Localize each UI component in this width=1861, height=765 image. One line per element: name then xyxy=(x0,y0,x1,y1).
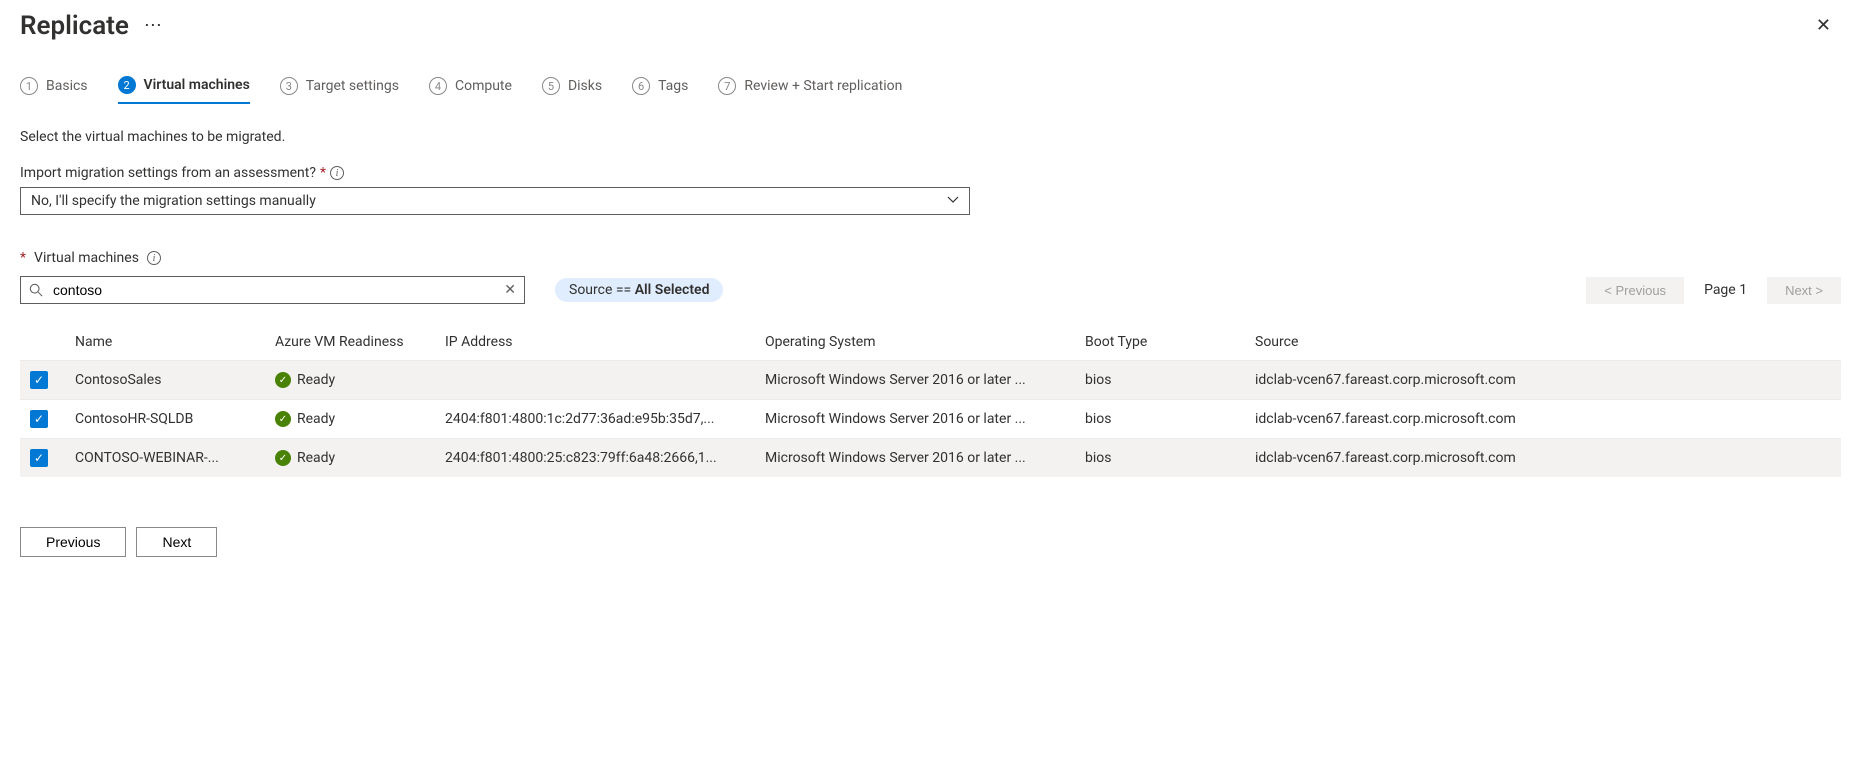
next-page-button[interactable]: Next > xyxy=(1767,277,1841,304)
col-name[interactable]: Name xyxy=(65,324,265,361)
header: Replicate ⋯ ✕ xyxy=(20,5,1841,46)
step-number-icon: 5 xyxy=(542,77,560,95)
cell-name: ContosoHR-SQLDB xyxy=(65,400,265,439)
step-label: Virtual machines xyxy=(144,77,250,93)
cell-name: CONTOSO-WEBINAR-... xyxy=(65,439,265,478)
footer-buttons: Previous Next xyxy=(20,527,1841,557)
import-label-text: Import migration settings from an assess… xyxy=(20,165,316,181)
table-header-row: Name Azure VM Readiness IP Address Opera… xyxy=(20,324,1841,361)
ready-check-icon: ✓ xyxy=(275,372,291,388)
page-indicator: Page 1 xyxy=(1704,282,1747,298)
source-filter-pill[interactable]: Source == All Selected xyxy=(555,278,723,302)
col-source[interactable]: Source xyxy=(1245,324,1841,361)
step-review[interactable]: 7 Review + Start replication xyxy=(718,76,902,104)
close-icon[interactable]: ✕ xyxy=(1806,5,1841,46)
chevron-down-icon xyxy=(947,194,959,209)
vm-section-label-row: * Virtual machines i xyxy=(20,250,1841,266)
table-row[interactable]: ✓ ContosoHR-SQLDB✓Ready2404:f801:4800:1c:… xyxy=(20,400,1841,439)
step-disks[interactable]: 5 Disks xyxy=(542,76,602,104)
step-number-icon: 6 xyxy=(632,77,650,95)
vm-table: Name Azure VM Readiness IP Address Opera… xyxy=(20,324,1841,477)
import-settings-dropdown[interactable]: No, I'll specify the migration settings … xyxy=(20,187,970,215)
step-virtual-machines[interactable]: 2 Virtual machines xyxy=(118,76,250,104)
cell-source: idclab-vcen67.fareast.corp.microsoft.com xyxy=(1245,400,1841,439)
cell-os: Microsoft Windows Server 2016 or later .… xyxy=(755,361,1075,400)
wizard-steps: 1 Basics 2 Virtual machines 3 Target set… xyxy=(20,76,1841,104)
step-tags[interactable]: 6 Tags xyxy=(632,76,688,104)
dropdown-selected-value: No, I'll specify the migration settings … xyxy=(31,193,316,209)
cell-os: Microsoft Windows Server 2016 or later .… xyxy=(755,439,1075,478)
row-checkbox[interactable]: ✓ xyxy=(30,410,48,428)
col-readiness[interactable]: Azure VM Readiness xyxy=(265,324,435,361)
clear-search-icon[interactable]: ✕ xyxy=(504,282,516,298)
cell-ip: 2404:f801:4800:1c:2d77:36ad:e95b:35d7,..… xyxy=(435,400,755,439)
step-label: Review + Start replication xyxy=(744,78,902,94)
step-compute[interactable]: 4 Compute xyxy=(429,76,512,104)
instruction-text: Select the virtual machines to be migrat… xyxy=(20,129,1841,145)
cell-os: Microsoft Windows Server 2016 or later .… xyxy=(755,400,1075,439)
table-row[interactable]: ✓ ContosoSales✓Ready Microsoft Windows Ser… xyxy=(20,361,1841,400)
required-indicator-icon: * xyxy=(20,250,26,266)
table-row[interactable]: ✓ CONTOSO-WEBINAR-...✓Ready2404:f801:4800… xyxy=(20,439,1841,478)
step-number-icon: 4 xyxy=(429,77,447,95)
step-number-icon: 3 xyxy=(280,77,298,95)
cell-boot: bios xyxy=(1075,439,1245,478)
step-label: Basics xyxy=(46,78,88,94)
step-label: Disks xyxy=(568,78,602,94)
step-number-icon: 1 xyxy=(20,77,38,95)
cell-readiness: ✓Ready xyxy=(265,361,435,400)
more-icon[interactable]: ⋯ xyxy=(144,15,163,36)
ready-check-icon: ✓ xyxy=(275,411,291,427)
page-title: Replicate xyxy=(20,11,129,41)
cell-boot: bios xyxy=(1075,361,1245,400)
required-indicator-icon: * xyxy=(320,165,326,181)
col-os[interactable]: Operating System xyxy=(755,324,1075,361)
row-checkbox[interactable]: ✓ xyxy=(30,371,48,389)
ready-check-icon: ✓ xyxy=(275,450,291,466)
cell-boot: bios xyxy=(1075,400,1245,439)
previous-button[interactable]: Previous xyxy=(20,527,126,557)
cell-source: idclab-vcen67.fareast.corp.microsoft.com xyxy=(1245,361,1841,400)
import-settings-label: Import migration settings from an assess… xyxy=(20,165,1841,181)
filter-prefix: Source == xyxy=(569,282,635,298)
cell-ip xyxy=(435,361,755,400)
previous-page-button[interactable]: < Previous xyxy=(1586,277,1684,304)
cell-readiness: ✓Ready xyxy=(265,400,435,439)
pagination: < Previous Page 1 Next > xyxy=(1586,277,1841,304)
cell-readiness: ✓Ready xyxy=(265,439,435,478)
cell-ip: 2404:f801:4800:25:c823:79ff:6a48:2666,1.… xyxy=(435,439,755,478)
col-ip[interactable]: IP Address xyxy=(435,324,755,361)
step-number-icon: 7 xyxy=(718,77,736,95)
title-wrap: Replicate ⋯ xyxy=(20,11,163,41)
step-label: Tags xyxy=(658,78,688,94)
next-button[interactable]: Next xyxy=(136,527,217,557)
step-label: Target settings xyxy=(306,78,399,94)
filter-value: All Selected xyxy=(635,282,710,298)
step-number-icon: 2 xyxy=(118,76,136,94)
vm-section-label: Virtual machines xyxy=(34,250,139,266)
step-label: Compute xyxy=(455,78,512,94)
search-input[interactable] xyxy=(51,281,496,299)
search-icon xyxy=(29,283,43,297)
cell-source: idclab-vcen67.fareast.corp.microsoft.com xyxy=(1245,439,1841,478)
search-filter-row: ✕ Source == All Selected < Previous Page… xyxy=(20,276,1841,304)
step-basics[interactable]: 1 Basics xyxy=(20,76,88,104)
row-checkbox[interactable]: ✓ xyxy=(30,449,48,467)
info-icon[interactable]: i xyxy=(330,166,344,180)
step-target-settings[interactable]: 3 Target settings xyxy=(280,76,399,104)
cell-name: ContosoSales xyxy=(65,361,265,400)
search-box[interactable]: ✕ xyxy=(20,276,525,304)
col-boot[interactable]: Boot Type xyxy=(1075,324,1245,361)
info-icon[interactable]: i xyxy=(147,251,161,265)
